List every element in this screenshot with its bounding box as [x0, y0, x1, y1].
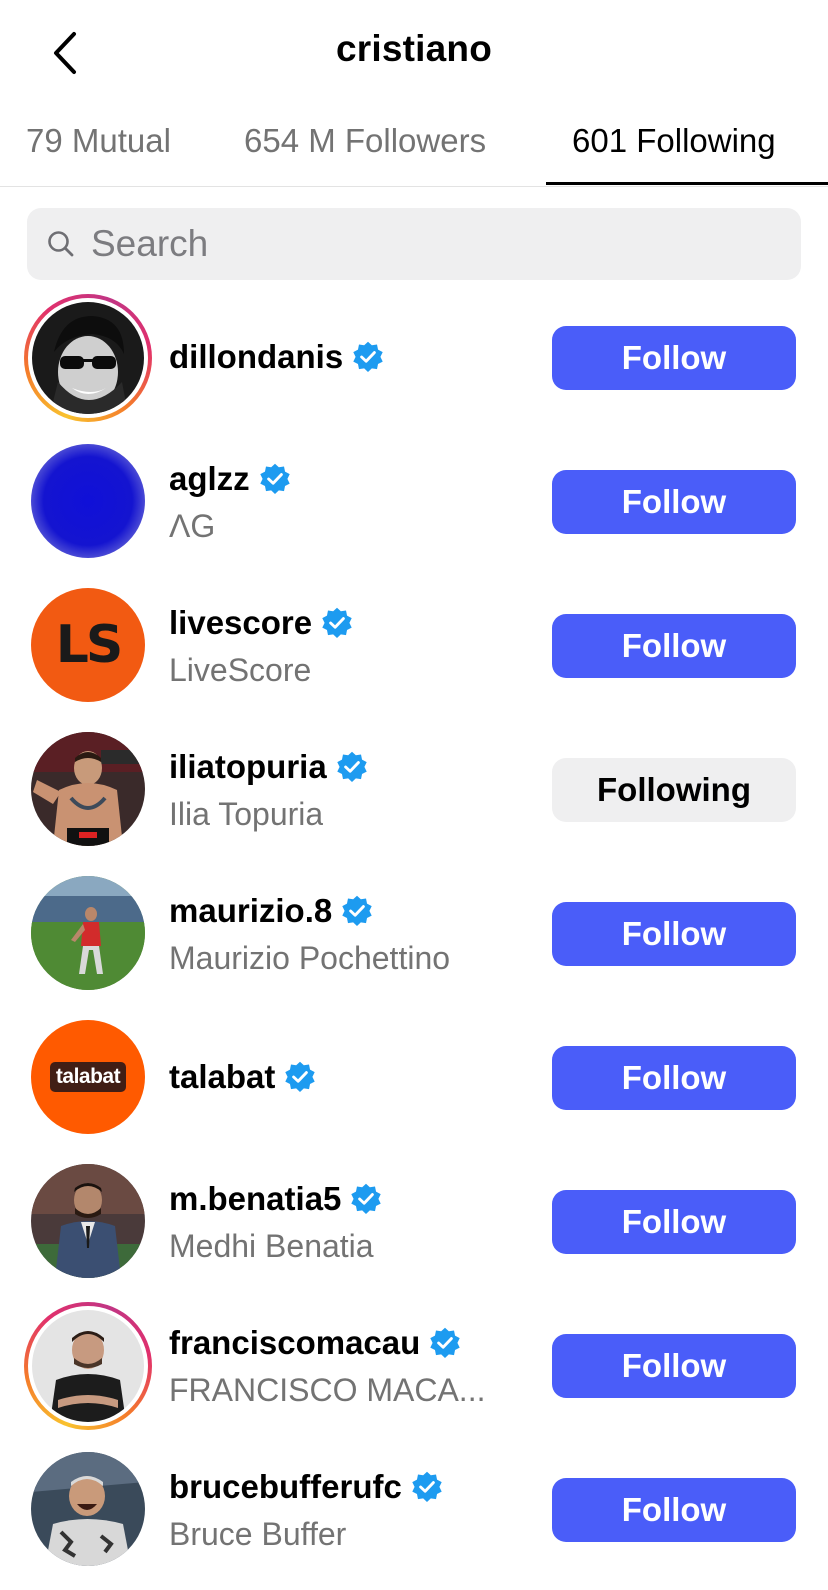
avatar-wrap[interactable]	[24, 870, 152, 998]
tab-following[interactable]: 601 Following	[572, 122, 776, 160]
verified-badge-icon	[430, 1327, 461, 1358]
full-name: Ilia Topuria	[169, 796, 324, 832]
avatar	[32, 302, 144, 414]
username[interactable]: brucebufferufc	[169, 1468, 402, 1506]
full-name: FRANCISCO MACA...	[169, 1372, 486, 1408]
follow-button[interactable]: Follow	[552, 614, 796, 678]
username[interactable]: talabat	[169, 1058, 275, 1096]
active-tab-indicator	[546, 182, 828, 185]
list-item[interactable]: aglzz ΛG Follow	[0, 438, 828, 582]
username-line: franciscomacau	[169, 1324, 462, 1362]
full-name: Bruce Buffer	[169, 1516, 347, 1552]
username[interactable]: livescore	[169, 604, 312, 642]
full-name: LiveScore	[169, 652, 312, 688]
username[interactable]: maurizio.8	[169, 892, 332, 930]
header: cristiano	[0, 0, 828, 100]
avatar-story-ring[interactable]	[24, 294, 152, 422]
username-line: maurizio.8	[169, 892, 374, 930]
verified-badge-icon	[353, 341, 383, 372]
verified-badge-icon	[322, 607, 352, 638]
search-bar[interactable]	[27, 208, 801, 280]
list-item[interactable]: LS livescore LiveScore Follow	[0, 582, 828, 726]
livescore-logo: LS	[55, 615, 124, 675]
tab-followers[interactable]: 654 M Followers	[244, 122, 486, 160]
username[interactable]: franciscomacau	[169, 1324, 420, 1362]
list-item[interactable]: brucebufferufc Bruce Buffer Follow	[0, 1446, 828, 1590]
avatar-story-ring[interactable]	[24, 1302, 152, 1430]
verified-badge-icon	[412, 1471, 442, 1502]
username-line: dillondanis	[169, 338, 385, 376]
talabat-logo: talabat	[49, 1062, 127, 1092]
list-item[interactable]: maurizio.8 Maurizio Pochettino Follow	[0, 870, 828, 1014]
avatar	[31, 732, 145, 846]
page-title: cristiano	[335, 28, 492, 69]
full-name: Medhi Benatia	[169, 1228, 374, 1264]
follow-button[interactable]: Follow	[552, 1046, 796, 1110]
list-item[interactable]: m.benatia5 Medhi Benatia Follow	[0, 1158, 828, 1302]
tab-mutual[interactable]: 79 Mutual	[26, 122, 171, 160]
verified-badge-icon	[336, 751, 367, 782]
list-item[interactable]: talabat talabat Follow	[0, 1014, 828, 1158]
avatar-wrap[interactable]	[24, 1158, 152, 1286]
avatar-wrap[interactable]	[24, 726, 152, 854]
avatar-wrap[interactable]	[24, 438, 152, 566]
avatar	[31, 444, 145, 558]
avatar	[31, 1452, 145, 1566]
username-line: livescore	[169, 604, 354, 642]
username-line: brucebufferufc	[169, 1468, 444, 1506]
username-line: m.benatia5	[169, 1180, 383, 1218]
avatar: LS	[31, 588, 145, 702]
list-item[interactable]: franciscomacau FRANCISCO MACA... Follow	[0, 1302, 828, 1446]
username[interactable]: aglzz	[169, 460, 250, 498]
follow-button[interactable]: Follow	[552, 1478, 796, 1542]
avatar	[31, 876, 145, 990]
verified-badge-icon	[285, 1061, 316, 1092]
full-name: Maurizio Pochettino	[169, 940, 451, 976]
avatar-wrap[interactable]: LS	[24, 582, 152, 710]
follow-button[interactable]: Follow	[552, 1334, 796, 1398]
follow-button[interactable]: Follow	[552, 326, 796, 390]
verified-badge-icon	[259, 463, 290, 494]
avatar-wrap[interactable]: talabat	[24, 1014, 152, 1142]
username-line: iliatopuria	[169, 748, 369, 786]
follow-button[interactable]: Follow	[552, 1190, 796, 1254]
username[interactable]: iliatopuria	[169, 748, 327, 786]
tab-bar: 79 Mutual 654 M Followers 601 Following	[0, 100, 828, 187]
username-line: talabat	[169, 1058, 317, 1096]
follow-button[interactable]: Follow	[552, 902, 796, 966]
full-name: ΛG	[169, 508, 216, 544]
following-button[interactable]: Following	[552, 758, 796, 822]
list-item[interactable]: dillondanis Follow	[0, 294, 828, 438]
search-input[interactable]	[91, 218, 781, 270]
avatar: talabat	[31, 1020, 145, 1134]
username[interactable]: m.benatia5	[169, 1180, 341, 1218]
username-line: aglzz	[169, 460, 292, 498]
avatar-wrap[interactable]	[24, 1446, 152, 1574]
verified-badge-icon	[342, 895, 372, 926]
username[interactable]: dillondanis	[169, 338, 343, 376]
list-item[interactable]: iliatopuria Ilia Topuria Following	[0, 726, 828, 870]
avatar	[31, 1164, 145, 1278]
follow-button[interactable]: Follow	[552, 470, 796, 534]
search-icon	[48, 231, 74, 257]
avatar	[32, 1310, 144, 1422]
verified-badge-icon	[351, 1183, 382, 1214]
